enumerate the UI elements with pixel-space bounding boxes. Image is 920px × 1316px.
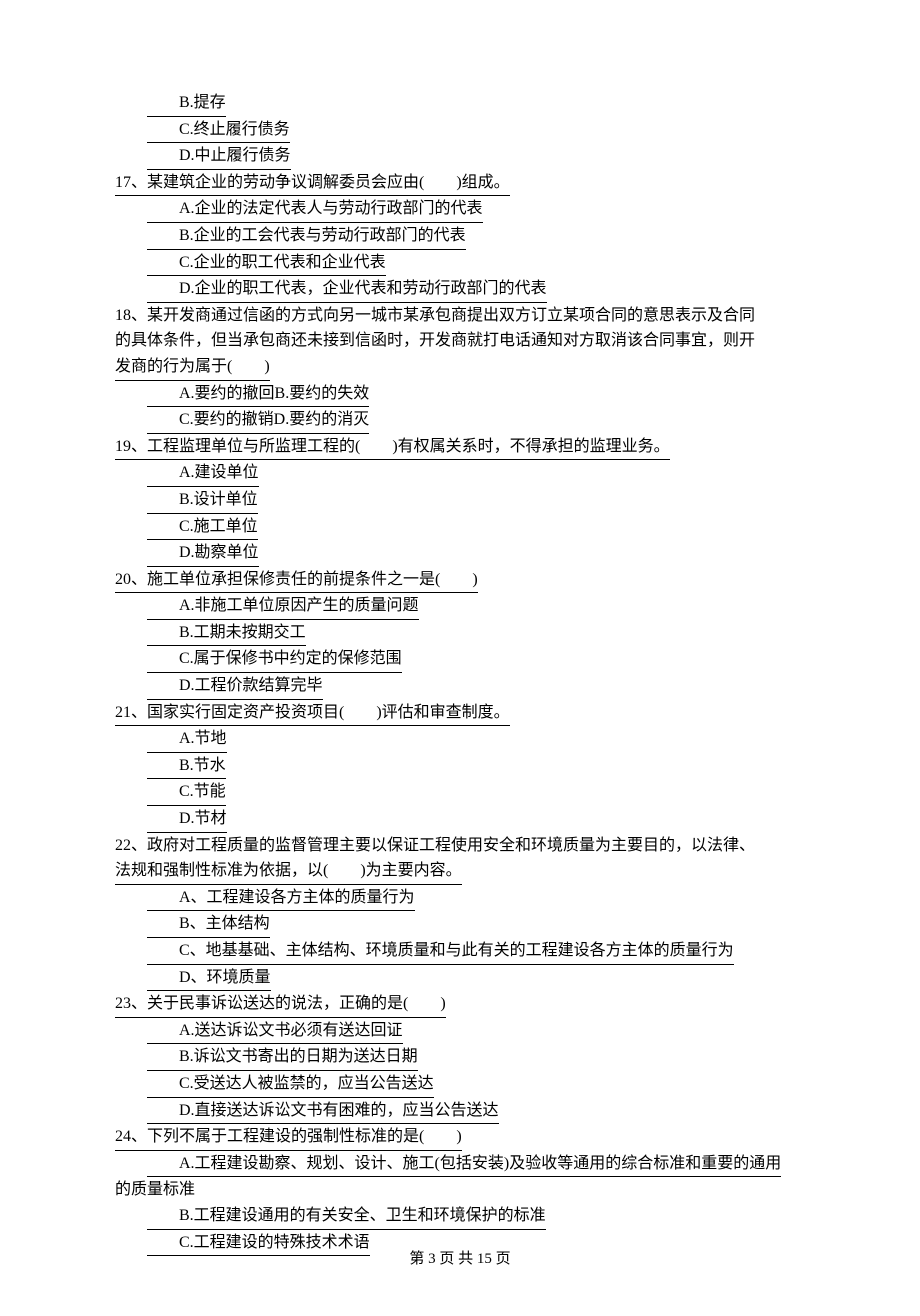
- document-page: B.提存 C.终止履行债务 D.中止履行债务 17、某建筑企业的劳动争议调解委员…: [0, 0, 920, 1316]
- option-text: A.企业的法定代表人与劳动行政部门的代表: [147, 196, 483, 223]
- option-text: C.节能: [147, 779, 226, 806]
- q19-option-a: A.建设单位: [115, 460, 805, 487]
- stem-part-a: 19、工程监理单位与所监理工程的(: [115, 434, 360, 461]
- stem-part-a: 17、某建筑企业的劳动争议调解委员会应由(: [115, 170, 424, 197]
- option-text: D.中止履行债务: [147, 143, 291, 170]
- q21-option-d: D.节材: [115, 806, 805, 833]
- q17-stem: 17、某建筑企业的劳动争议调解委员会应由( )组成。: [115, 170, 805, 197]
- option-text: B.工期未按期交工: [147, 620, 306, 647]
- q24-option-a-line1: A.工程建设勘察、规划、设计、施工(包括安装)及验收等通用的综合标准和重要的通用: [115, 1151, 805, 1178]
- q23-stem: 23、关于民事诉讼送达的说法，正确的是( ): [115, 991, 805, 1018]
- q18-option-cd: C.要约的撤销D.要约的消灭: [115, 407, 805, 434]
- q16-option-d: D.中止履行债务: [115, 143, 805, 170]
- stem-part-b: )为主要内容。: [360, 858, 461, 885]
- stem-part-a: 法规和强制性标准为依据，以(: [115, 858, 328, 885]
- option-text: D.勘察单位: [147, 540, 259, 567]
- stem-part-b: ): [264, 354, 269, 381]
- q16-option-b: B.提存: [115, 90, 805, 117]
- stem-part-b: ): [440, 991, 445, 1018]
- option-text: C.要约的撤销D.要约的消灭: [147, 407, 369, 434]
- q21-option-c: C.节能: [115, 779, 805, 806]
- stem-part-b: ): [456, 1124, 461, 1151]
- option-text: D.直接送达诉讼文书有困难的，应当公告送达: [147, 1098, 499, 1125]
- q19-stem: 19、工程监理单位与所监理工程的( )有权属关系时，不得承担的监理业务。: [115, 434, 805, 461]
- stem-part-a: 21、国家实行固定资产投资项目(: [115, 700, 344, 727]
- option-text: A.建设单位: [147, 460, 259, 487]
- stem-part-a: 24、下列不属于工程建设的强制性标准的是(: [115, 1124, 424, 1151]
- q18-option-ab: A.要约的撤回B.要约的失效: [115, 381, 805, 408]
- option-text: A.送达诉讼文书必须有送达回证: [147, 1018, 403, 1045]
- option-text: A.工程建设勘察、规划、设计、施工(包括安装)及验收等通用的综合标准和重要的通用: [147, 1151, 781, 1178]
- stem-part-b: )评估和审查制度。: [376, 700, 509, 727]
- q20-option-b: B.工期未按期交工: [115, 620, 805, 647]
- option-text: C.属于保修书中约定的保修范围: [147, 646, 402, 673]
- stem-part-a: 23、关于民事诉讼送达的说法，正确的是(: [115, 991, 408, 1018]
- q20-stem: 20、施工单位承担保修责任的前提条件之一是( ): [115, 567, 805, 594]
- q23-option-a: A.送达诉讼文书必须有送达回证: [115, 1018, 805, 1045]
- q20-option-c: C.属于保修书中约定的保修范围: [115, 646, 805, 673]
- q22-option-a: A、工程建设各方主体的质量行为: [115, 885, 805, 912]
- option-text: B.企业的工会代表与劳动行政部门的代表: [147, 223, 466, 250]
- stem-part-a: 发商的行为属于(: [115, 354, 232, 381]
- q23-option-d: D.直接送达诉讼文书有困难的，应当公告送达: [115, 1098, 805, 1125]
- q22-stem-line2: 法规和强制性标准为依据，以( )为主要内容。: [115, 858, 805, 885]
- stem-part-b: ): [472, 567, 477, 594]
- q18-stem-line2: 的具体条件，但当承包商还未接到信函时，开发商就打电话通知对方取消该合同事宜，则开: [115, 328, 805, 354]
- q20-option-d: D.工程价款结算完毕: [115, 673, 805, 700]
- q19-option-b: B.设计单位: [115, 487, 805, 514]
- option-text: B.提存: [147, 90, 226, 117]
- option-text: B.节水: [147, 753, 226, 780]
- q22-option-d: D、环境质量: [115, 965, 805, 992]
- option-text: B.诉讼文书寄出的日期为送达日期: [147, 1044, 418, 1071]
- option-text: C.施工单位: [147, 514, 258, 541]
- q18-stem-line3: 发商的行为属于( ): [115, 354, 805, 381]
- stem-part-a: 20、施工单位承担保修责任的前提条件之一是(: [115, 567, 440, 594]
- q17-option-a: A.企业的法定代表人与劳动行政部门的代表: [115, 196, 805, 223]
- q21-option-b: B.节水: [115, 753, 805, 780]
- page-number: 第 3 页 共 15 页: [0, 1247, 920, 1271]
- q21-option-a: A.节地: [115, 726, 805, 753]
- option-text: A.节地: [147, 726, 227, 753]
- q24-option-b: B.工程建设通用的有关安全、卫生和环境保护的标准: [115, 1203, 805, 1230]
- option-text: A.非施工单位原因产生的质量问题: [147, 593, 419, 620]
- option-text: C.企业的职工代表和企业代表: [147, 250, 386, 277]
- q19-option-d: D.勘察单位: [115, 540, 805, 567]
- q23-option-c: C.受送达人被监禁的，应当公告送达: [115, 1071, 805, 1098]
- q22-option-c: C、地基基础、主体结构、环境质量和与此有关的工程建设各方主体的质量行为: [115, 938, 805, 965]
- option-text: B.设计单位: [147, 487, 258, 514]
- q17-option-c: C.企业的职工代表和企业代表: [115, 250, 805, 277]
- q17-option-d: D.企业的职工代表，企业代表和劳动行政部门的代表: [115, 276, 805, 303]
- q18-stem-line1: 18、某开发商通过信函的方式向另一城市某承包商提出双方订立某项合同的意思表示及合…: [115, 303, 805, 329]
- q19-option-c: C.施工单位: [115, 514, 805, 541]
- q23-option-b: B.诉讼文书寄出的日期为送达日期: [115, 1044, 805, 1071]
- q24-option-a-line2: 的质量标准: [115, 1177, 805, 1203]
- option-text: D.节材: [147, 806, 227, 833]
- option-text: A、工程建设各方主体的质量行为: [147, 885, 415, 912]
- q16-option-c: C.终止履行债务: [115, 117, 805, 144]
- q22-stem-line1: 22、政府对工程质量的监督管理主要以保证工程使用安全和环境质量为主要目的，以法律…: [115, 833, 805, 859]
- option-text: D.工程价款结算完毕: [147, 673, 323, 700]
- q22-option-b: B、主体结构: [115, 911, 805, 938]
- q21-stem: 21、国家实行固定资产投资项目( )评估和审查制度。: [115, 700, 805, 727]
- option-text: D、环境质量: [147, 965, 271, 992]
- stem-part-b: )有权属关系时，不得承担的监理业务。: [392, 434, 669, 461]
- option-text: C.终止履行债务: [147, 117, 290, 144]
- q20-option-a: A.非施工单位原因产生的质量问题: [115, 593, 805, 620]
- option-text: A.要约的撤回B.要约的失效: [147, 381, 369, 408]
- option-text: C.受送达人被监禁的，应当公告送达: [147, 1071, 434, 1098]
- q24-stem: 24、下列不属于工程建设的强制性标准的是( ): [115, 1124, 805, 1151]
- q17-option-b: B.企业的工会代表与劳动行政部门的代表: [115, 223, 805, 250]
- option-text: D.企业的职工代表，企业代表和劳动行政部门的代表: [147, 276, 547, 303]
- option-text: B、主体结构: [147, 911, 270, 938]
- option-text: B.工程建设通用的有关安全、卫生和环境保护的标准: [147, 1203, 546, 1230]
- stem-part-b: )组成。: [456, 170, 509, 197]
- option-text: C、地基基础、主体结构、环境质量和与此有关的工程建设各方主体的质量行为: [147, 938, 734, 965]
